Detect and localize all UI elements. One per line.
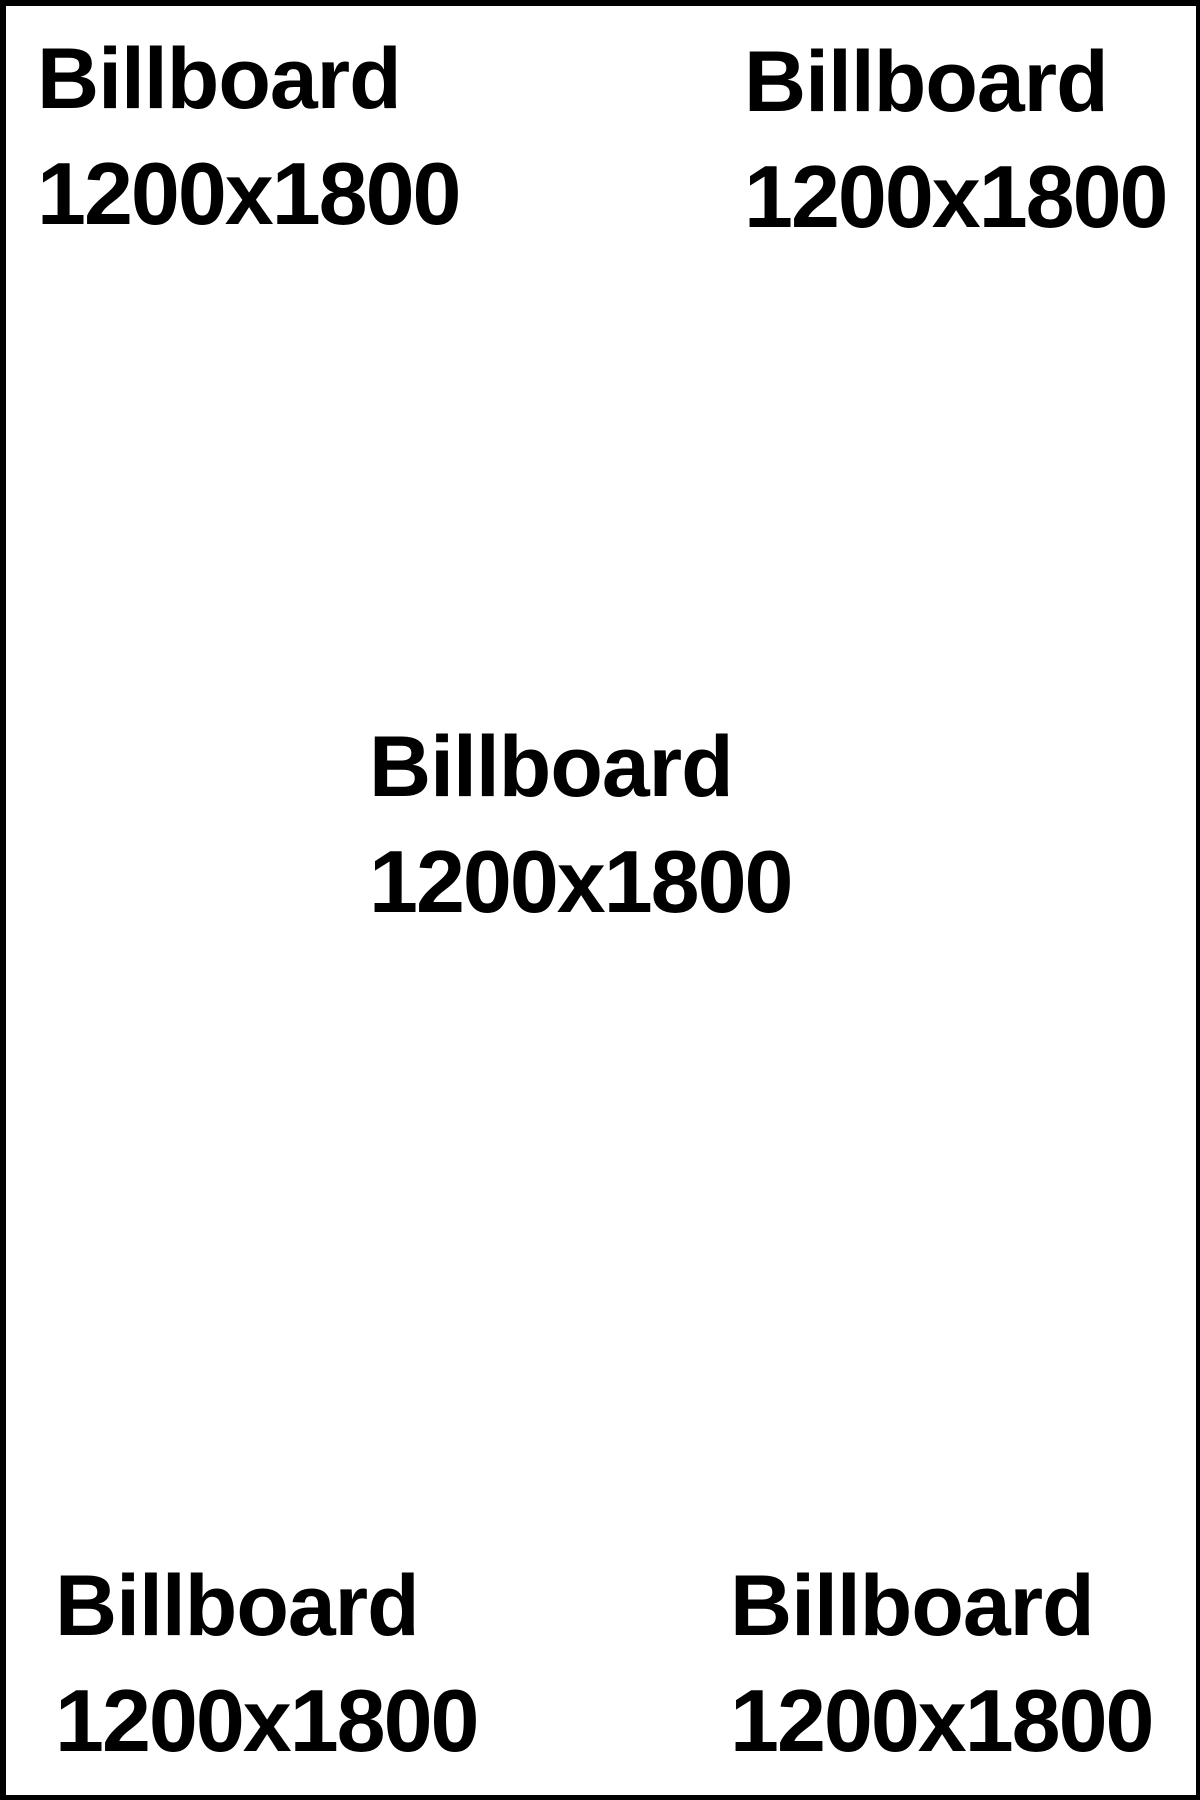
label-title: Billboard <box>37 31 402 127</box>
label-title: Billboard <box>730 1558 1095 1654</box>
label-size: 1200x1800 <box>730 1671 1154 1770</box>
label-size: 1200x1800 <box>55 1671 479 1770</box>
label-bottom-right: Billboard 1200x1800 <box>730 1558 1154 1770</box>
label-title: Billboard <box>55 1558 420 1654</box>
label-title: Billboard <box>369 719 734 815</box>
label-size: 1200x1800 <box>744 147 1168 246</box>
label-size: 1200x1800 <box>369 832 793 931</box>
label-top-left: Billboard 1200x1800 <box>37 31 461 243</box>
label-top-right: Billboard 1200x1800 <box>744 34 1168 246</box>
label-bottom-left: Billboard 1200x1800 <box>55 1558 479 1770</box>
billboard-canvas: Billboard 1200x1800 Billboard 1200x1800 … <box>0 0 1200 1800</box>
label-title: Billboard <box>744 34 1109 130</box>
label-size: 1200x1800 <box>37 144 461 243</box>
label-center: Billboard 1200x1800 <box>369 719 793 931</box>
